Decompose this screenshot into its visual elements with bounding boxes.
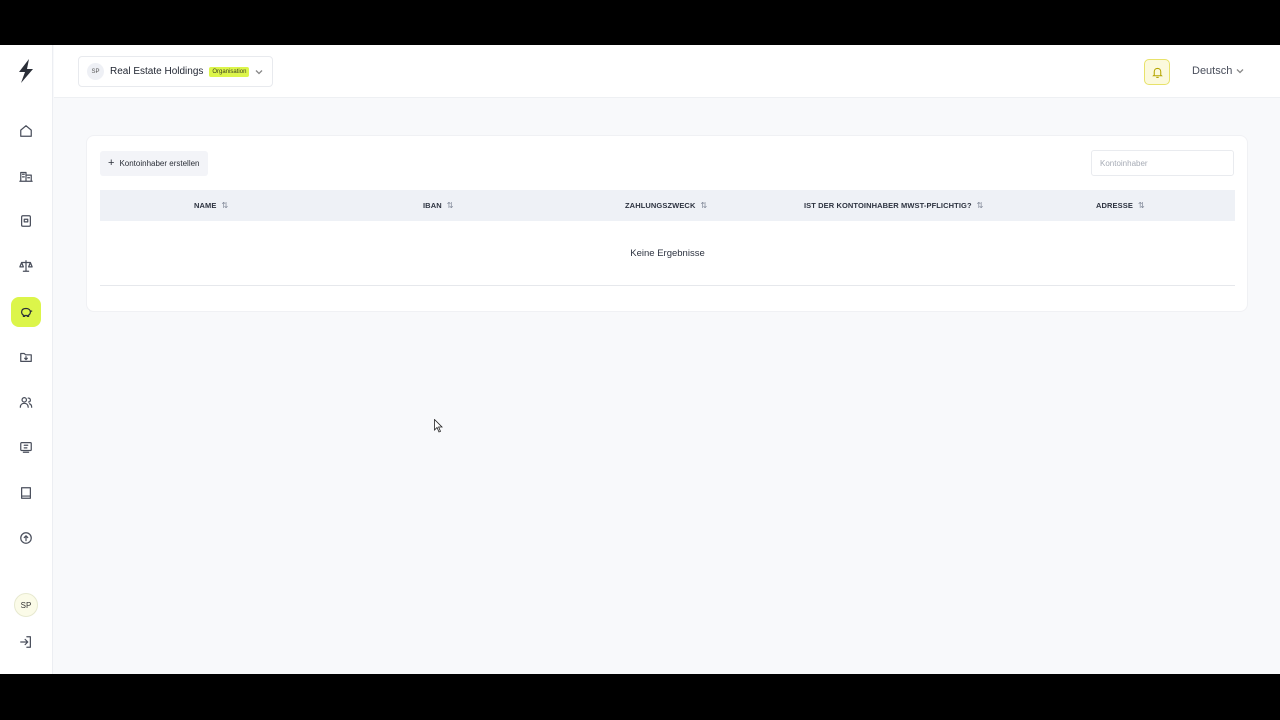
sidebar-item-home[interactable] [11,116,41,146]
sidebar-item-folders[interactable] [11,342,41,372]
table-header: NAME ⇅ IBAN ⇅ ZAHLUNGSZWECK ⇅ IST DER KO… [100,190,1235,221]
logout-icon [20,636,31,648]
sidebar: SP [0,45,53,674]
sidebar-item-payments[interactable] [11,297,41,327]
scale-icon [19,260,33,272]
receipt-icon [20,442,32,453]
piggybank-icon [21,307,33,317]
users-icon [19,397,33,408]
org-avatar: SP [87,63,104,80]
column-header-name[interactable]: NAME ⇅ [194,190,228,221]
sort-icon[interactable]: ⇅ [977,201,984,210]
topbar: SP Real Estate Holdings Organisation Deu… [54,45,1280,98]
empty-state-text: Keine Ergebnisse [630,247,705,259]
column-label: ZAHLUNGSZWECK [625,201,696,210]
org-type-badge: Organisation [209,66,250,77]
column-label: ADRESSE [1096,201,1133,210]
sidebar-item-billing[interactable] [11,432,41,462]
bell-icon [1151,67,1163,78]
chevron-down-icon [1236,69,1244,74]
column-label: IBAN [423,201,442,210]
bolt-logo-icon[interactable] [16,59,36,83]
home-icon [20,125,32,137]
language-label: Deutsch [1192,65,1233,77]
sidebar-item-balance[interactable] [11,251,41,281]
account-holders-card: + Kontoinhaber erstellen NAME ⇅ IBAN ⇅ Z… [86,135,1248,312]
sort-icon[interactable]: ⇅ [447,201,454,210]
create-account-holder-button[interactable]: + Kontoinhaber erstellen [100,151,208,176]
column-header-address[interactable]: ADRESSE ⇅ [1096,190,1145,221]
mouse-cursor-icon [434,419,443,433]
document-icon [21,215,31,227]
sidebar-item-buildings[interactable] [11,161,41,191]
plus-icon: + [108,157,115,169]
organization-switcher[interactable]: SP Real Estate Holdings Organisation [78,56,273,87]
folder-icon [20,352,32,362]
column-label: IST DER KONTOINHABER MWST-PFLICHTIG? [804,201,972,210]
buildings-icon [19,171,33,182]
column-label: NAME [194,201,217,210]
sort-icon[interactable]: ⇅ [700,201,707,210]
language-selector[interactable]: Deutsch [1192,65,1244,77]
sidebar-item-documents[interactable] [11,206,41,236]
column-header-iban[interactable]: IBAN ⇅ [423,190,454,221]
sidebar-item-contacts[interactable] [11,387,41,417]
sort-icon[interactable]: ⇅ [1138,201,1145,210]
upload-icon [20,532,32,544]
empty-state: Keine Ergebnisse [100,221,1235,286]
chevron-down-icon [255,69,263,74]
app-window: SP SP Real Estate Holdings Organisation … [0,45,1280,674]
search-input[interactable] [1091,150,1234,176]
column-header-vat[interactable]: IST DER KONTOINHABER MWST-PFLICHTIG? ⇅ [804,190,983,221]
org-name: Real Estate Holdings [110,66,204,77]
create-button-label: Kontoinhaber erstellen [119,159,200,168]
sidebar-item-upload[interactable] [11,523,41,553]
sort-icon[interactable]: ⇅ [221,201,228,210]
column-header-purpose[interactable]: ZAHLUNGSZWECK ⇅ [625,190,707,221]
book-icon [21,487,31,499]
notifications-button[interactable] [1144,59,1170,85]
logout-button[interactable] [11,627,41,657]
user-avatar[interactable]: SP [14,593,38,617]
sidebar-item-book[interactable] [11,478,41,508]
